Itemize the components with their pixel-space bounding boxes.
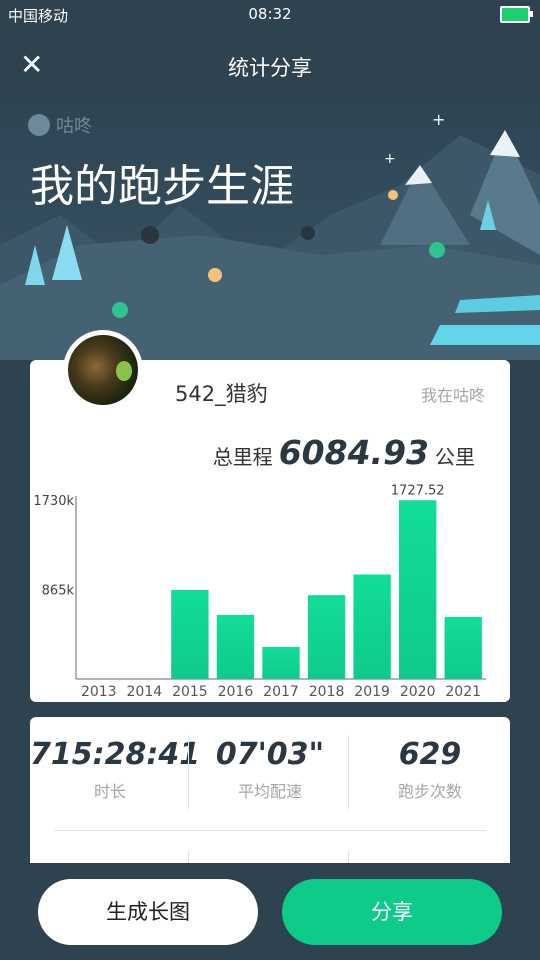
share-button[interactable]: 分享 <box>282 879 502 945</box>
stat-label: 时长 <box>93 782 126 801</box>
bar <box>216 614 255 679</box>
bar <box>444 616 482 679</box>
total-unit: 公里 <box>435 445 475 469</box>
place-label: 我在咕咚 <box>420 386 485 405</box>
bar <box>171 590 209 679</box>
total-distance: 总里程 6084.93 公里 <box>213 433 475 472</box>
data-label: 1727.52 <box>391 483 445 498</box>
x-tick-label: 2015 <box>172 684 208 700</box>
x-tick-label: 2018 <box>309 684 345 700</box>
divider <box>188 735 189 811</box>
brand-logo: 咕咚 <box>28 112 92 138</box>
stat-value: 629 <box>398 737 462 772</box>
x-tick-label: 2019 <box>354 684 390 700</box>
x-tick-label: 2021 <box>445 684 481 700</box>
stat-count: 629 跑步次数 <box>350 737 510 802</box>
y-tick-label: 865k <box>42 584 75 599</box>
brand-name: 咕咚 <box>56 116 92 137</box>
svg-text:+: + <box>432 110 445 129</box>
generate-long-image-button[interactable]: 生成长图 <box>38 879 258 945</box>
avatar-image <box>68 335 138 405</box>
stat-duration: 715:28:41 时长 <box>30 737 201 802</box>
svg-text:+: + <box>384 151 396 167</box>
codoon-logo-icon <box>28 114 50 136</box>
stat-label: 跑步次数 <box>397 782 462 801</box>
bar <box>398 500 437 679</box>
bar <box>307 595 346 679</box>
bar <box>353 574 391 679</box>
hero-headline: 我的跑步生涯 <box>30 161 294 212</box>
y-tick-label: 1730k <box>33 494 74 509</box>
username: 542_猎豹 <box>175 382 268 406</box>
stat-value: 07'03" <box>215 737 325 772</box>
page-title: 统计分享 <box>228 56 312 80</box>
x-tick-label: 2017 <box>263 684 299 700</box>
clock: 08:32 <box>248 5 292 23</box>
yearly-distance-chart: 865k 1730k 2013 2014 2015 2016 2017 2018 2019 202… <box>33 483 486 700</box>
divider <box>348 735 349 811</box>
stat-label: 平均配速 <box>237 782 302 801</box>
x-tick-label: 2020 <box>400 684 436 700</box>
stat-value: 715:28:41 <box>30 737 201 772</box>
divider <box>54 830 486 831</box>
stats-card: 715:28:41 时长 07'03" 平均配速 629 跑步次数 <box>30 717 510 867</box>
total-value: 6084.93 <box>278 433 429 472</box>
x-tick-label: 2016 <box>218 684 254 700</box>
total-label: 总里程 <box>212 445 273 469</box>
status-bar: 中国移动 08:32 <box>0 0 540 28</box>
battery-icon <box>500 6 533 23</box>
stat-pace: 07'03" 平均配速 <box>190 737 350 802</box>
x-tick-label: 2014 <box>127 684 163 700</box>
nav-bar: ✕ 统计分享 <box>0 40 540 90</box>
x-tick-label: 2013 <box>81 684 117 700</box>
avatar[interactable] <box>63 330 143 410</box>
bar <box>262 646 300 679</box>
